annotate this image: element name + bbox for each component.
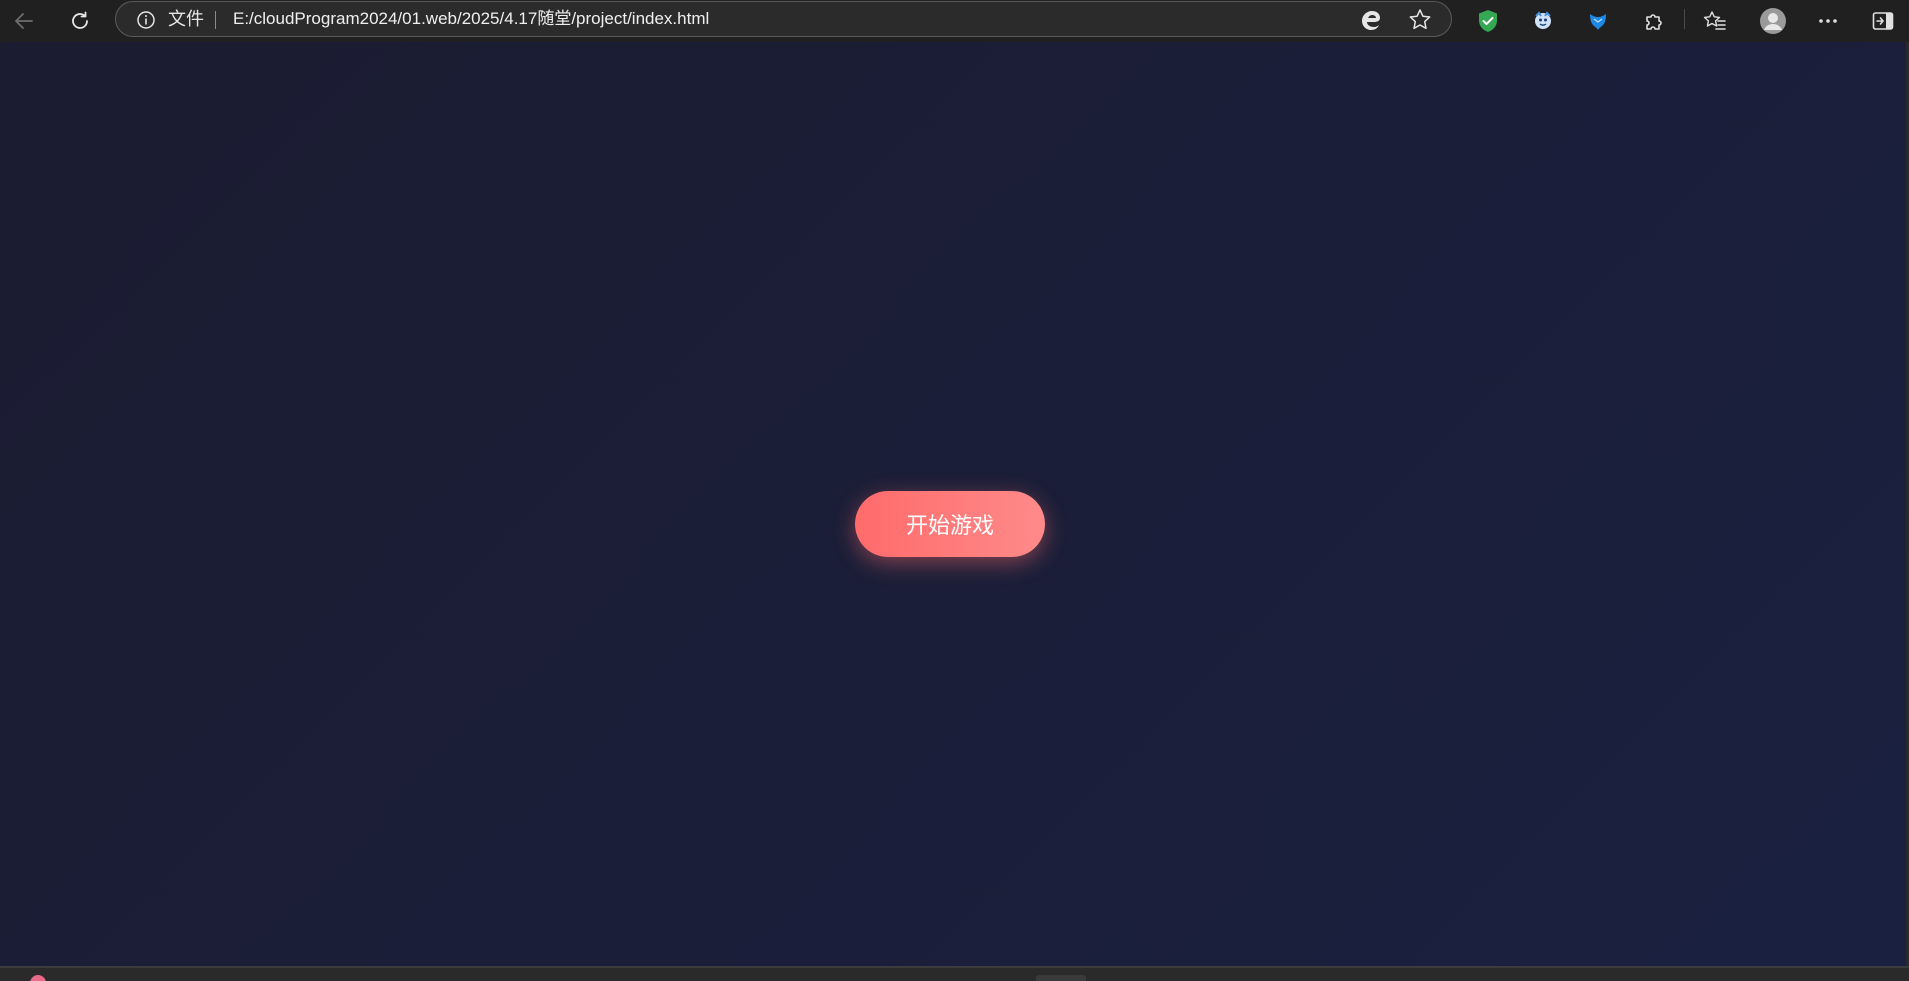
start-game-button[interactable]: 开始游戏: [855, 491, 1045, 557]
reload-button[interactable]: [62, 4, 98, 38]
address-bar[interactable]: 文件 E:/cloudProgram2024/01.web/2025/4.17随…: [115, 1, 1452, 37]
bottom-status-bar: [0, 966, 1909, 981]
toolbar-separator: [1684, 9, 1685, 29]
puzzle-icon: [1646, 14, 1662, 30]
favorites-list-icon: [1703, 11, 1726, 30]
star-icon[interactable]: [1406, 6, 1434, 34]
extension-face-button[interactable]: [1525, 4, 1561, 38]
profile-button[interactable]: [1755, 4, 1791, 38]
sidebar-icon: [1872, 12, 1894, 30]
ellipsis-icon: [1819, 19, 1837, 23]
face-icon: [1535, 11, 1551, 29]
favorites-button[interactable]: [1697, 4, 1733, 38]
edge-icon[interactable]: [1357, 6, 1385, 34]
page-viewport: 开始游戏: [0, 42, 1906, 966]
browser-toolbar: 文件 E:/cloudProgram2024/01.web/2025/4.17随…: [0, 0, 1909, 42]
info-icon[interactable]: [136, 10, 156, 30]
status-dot-icon: [30, 975, 46, 981]
shield-check-icon: [1479, 10, 1497, 32]
bird-icon: [1590, 14, 1606, 30]
reload-icon: [72, 11, 88, 29]
extensions-button[interactable]: [1636, 4, 1672, 38]
site-label: 文件: [168, 9, 204, 29]
address-divider: [215, 11, 216, 29]
browser-window: 文件 E:/cloudProgram2024/01.web/2025/4.17随…: [0, 0, 1909, 981]
extension-shield-button[interactable]: [1470, 4, 1506, 38]
url-text[interactable]: E:/cloudProgram2024/01.web/2025/4.17随堂/p…: [233, 9, 709, 29]
extension-bird-button[interactable]: [1580, 4, 1616, 38]
more-options-button[interactable]: [1810, 4, 1846, 38]
back-button[interactable]: [6, 4, 42, 38]
sidebar-toggle-button[interactable]: [1865, 4, 1901, 38]
arrow-left-icon: [15, 13, 33, 29]
bottom-tab-stub: [1036, 975, 1086, 981]
avatar-icon: [1760, 8, 1786, 34]
